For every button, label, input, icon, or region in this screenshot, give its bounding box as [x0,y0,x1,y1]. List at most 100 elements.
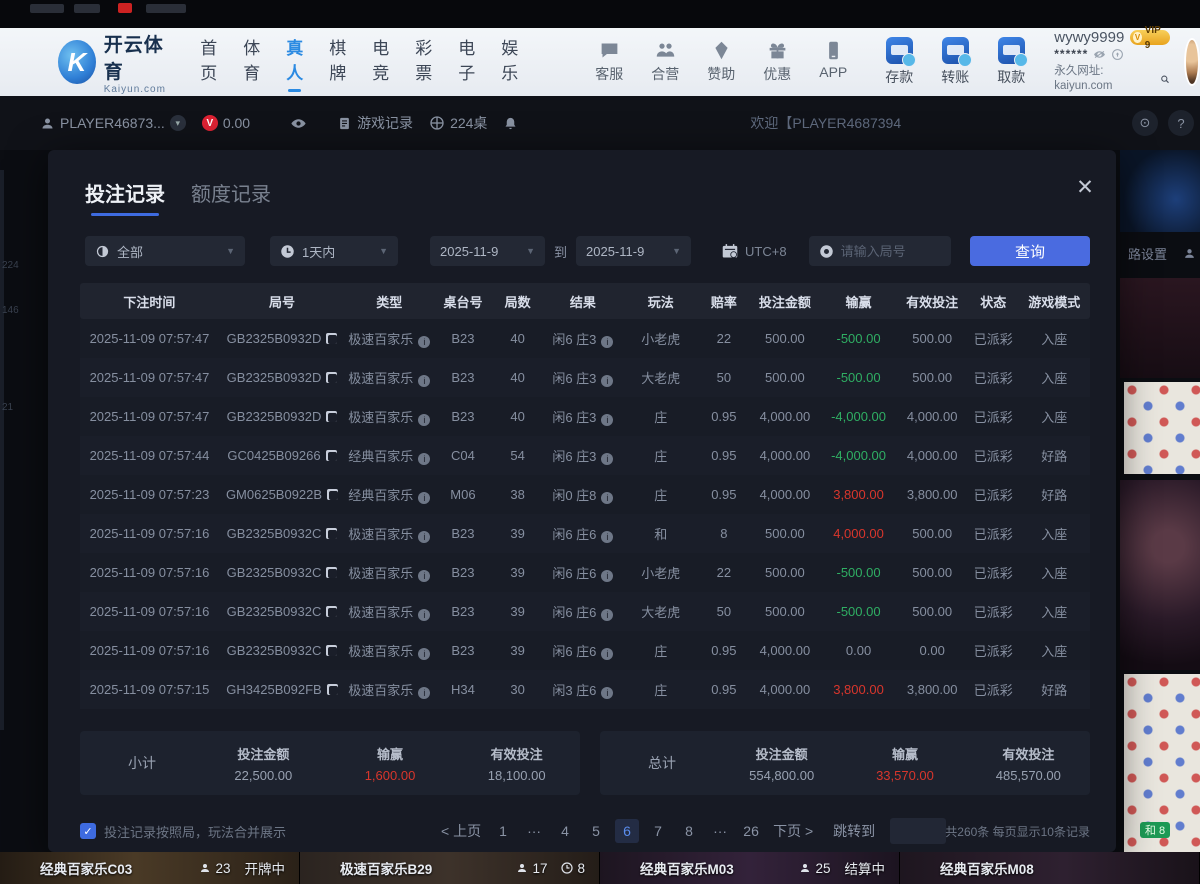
info-icon[interactable]: i [601,375,613,387]
wallet-item-1[interactable]: 转账 [934,37,976,87]
timezone-display[interactable]: UTC+8 [721,243,787,259]
info-icon[interactable]: i [418,687,430,699]
quick-item-4[interactable]: APP [814,40,852,84]
cell-win-loss: 4,000.00 [821,526,897,541]
copy-icon[interactable] [326,450,337,461]
info-icon[interactable]: i [418,531,430,543]
info-icon[interactable]: i [601,414,613,426]
road-settings-fragment[interactable]: 路设置 [1128,242,1200,264]
jump-page-input[interactable] [890,818,946,844]
nav-item-2[interactable]: 真人 [286,34,303,90]
copy-icon[interactable] [327,489,338,500]
next-page-button[interactable]: 下页 > [770,819,816,843]
page-button-4[interactable]: 4 [553,819,577,843]
copy-icon[interactable] [326,372,337,383]
user-avatar[interactable] [1184,38,1200,86]
brand-logo[interactable]: K 开云体育 Kaiyun.com [58,30,172,95]
modal-tab-1[interactable]: 额度记录 [191,178,271,216]
wallet-item-2[interactable]: 取款 [990,37,1032,87]
quick-item-1[interactable]: 合营 [646,40,684,84]
info-icon[interactable]: i [418,375,430,387]
nav-item-4[interactable]: 电竞 [372,34,389,90]
table-row[interactable]: 2025-11-09 07:57:16GB2325B0932C极速百家乐iB23… [80,592,1090,631]
modal-tab-0[interactable]: 投注记录 [85,178,165,216]
quick-item-2[interactable]: 赞助 [702,40,740,84]
date-to-picker[interactable]: 2025-11-9 ▼ [576,236,691,266]
page-button-26[interactable]: 26 [739,819,763,843]
nav-item-1[interactable]: 体育 [243,34,260,90]
nav-item-6[interactable]: 电子 [458,34,475,90]
page-button-···[interactable]: ··· [522,819,546,843]
info-icon[interactable]: i [601,453,613,465]
page-button-8[interactable]: 8 [677,819,701,843]
help-icon[interactable]: ? [1168,110,1194,136]
nav-item-0[interactable]: 首页 [200,34,217,90]
game-type-select[interactable]: 全部 ▼ [85,236,245,266]
copy-icon[interactable] [326,567,337,578]
copy-icon[interactable] [326,645,337,656]
nav-item-7[interactable]: 娱乐 [501,34,518,90]
info-icon[interactable]: i [601,609,613,621]
info-icon[interactable]: i [418,414,430,426]
info-icon[interactable]: i [601,531,613,543]
table-row[interactable]: 2025-11-09 07:57:47GB2325B0932D极速百家乐iB23… [80,319,1090,358]
copy-icon[interactable] [326,606,337,617]
info-icon[interactable]: i [601,336,613,348]
game-record-link[interactable]: 游戏记录 [337,113,413,133]
table-row[interactable]: 2025-11-09 07:57:16GB2325B0932C极速百家乐iB23… [80,553,1090,592]
info-icon[interactable]: i [418,648,430,660]
info-icon[interactable]: i [601,570,613,582]
page-button-6[interactable]: 6 [615,819,639,843]
info-icon[interactable]: i [601,687,613,699]
table-row[interactable]: 2025-11-09 07:57:44GC0425B09266经典百家乐iC04… [80,436,1090,475]
nav-item-5[interactable]: 彩票 [415,34,432,90]
wallet-item-0[interactable]: 存款 [878,37,920,87]
round-search-input[interactable] [841,244,941,259]
table-row[interactable]: 2025-11-09 07:57:47GB2325B0932D极速百家乐iB23… [80,397,1090,436]
info-icon[interactable]: i [418,570,430,582]
info-icon[interactable]: i [601,492,613,504]
table-row[interactable]: 2025-11-09 07:57:47GB2325B0932D极速百家乐iB23… [80,358,1090,397]
notifications-bell[interactable] [503,116,518,131]
live-table-tile-0[interactable]: 经典百家乐C0323开牌中 [0,852,300,884]
search-icon[interactable]: ⊙ [1132,110,1158,136]
eye-off-icon[interactable] [1093,48,1106,61]
live-table-tile-1[interactable]: 极速百家乐B29178 [300,852,600,884]
copy-icon[interactable] [327,684,338,695]
tables-count-link[interactable]: 224桌 [429,113,487,133]
table-row[interactable]: 2025-11-09 07:57:16GB2325B0932C极速百家乐iB23… [80,631,1090,670]
page-button-···[interactable]: ··· [708,819,732,843]
magnifier-icon[interactable] [1160,74,1170,85]
live-table-tile-2[interactable]: 经典百家乐M0325结算中 [600,852,900,884]
info-icon[interactable]: i [601,648,613,660]
quick-item-0[interactable]: 客服 [590,40,628,84]
table-row[interactable]: 2025-11-09 07:57:23GM0625B0922B经典百家乐iM06… [80,475,1090,514]
info-icon[interactable]: i [418,609,430,621]
player-account-dropdown[interactable]: PLAYER46873... ▾ [40,115,186,131]
search-button[interactable]: 查询 [970,236,1090,266]
balance-display[interactable]: V 0.00 [202,115,250,131]
close-icon[interactable]: ✕ [1072,174,1098,200]
refresh-circle-icon[interactable] [1111,48,1124,61]
info-icon[interactable]: i [418,336,430,348]
page-button-7[interactable]: 7 [646,819,670,843]
copy-icon[interactable] [326,333,337,344]
round-search-field[interactable] [809,236,951,266]
info-icon[interactable]: i [418,453,430,465]
copy-icon[interactable] [326,528,337,539]
table-row[interactable]: 2025-11-09 07:57:16GB2325B0932C极速百家乐iB23… [80,514,1090,553]
time-range-select[interactable]: 1天内 ▼ [270,236,398,266]
table-row[interactable]: 2025-11-09 07:57:15GH3425B092FB极速百家乐iH34… [80,670,1090,709]
live-table-tile-3[interactable]: 经典百家乐M08 [900,852,1200,884]
quick-item-3[interactable]: 优惠 [758,40,796,84]
info-icon[interactable]: i [418,492,430,504]
nav-item-3[interactable]: 棋牌 [329,34,346,90]
balance-visibility-toggle[interactable] [290,115,307,132]
prev-page-button[interactable]: < 上页 [438,819,484,843]
chevron-down-icon[interactable]: ▾ [170,115,186,131]
merge-checkbox[interactable]: ✓ [80,823,96,839]
page-button-5[interactable]: 5 [584,819,608,843]
date-from-picker[interactable]: 2025-11-9 ▼ [430,236,545,266]
copy-icon[interactable] [326,411,337,422]
page-button-1[interactable]: 1 [491,819,515,843]
